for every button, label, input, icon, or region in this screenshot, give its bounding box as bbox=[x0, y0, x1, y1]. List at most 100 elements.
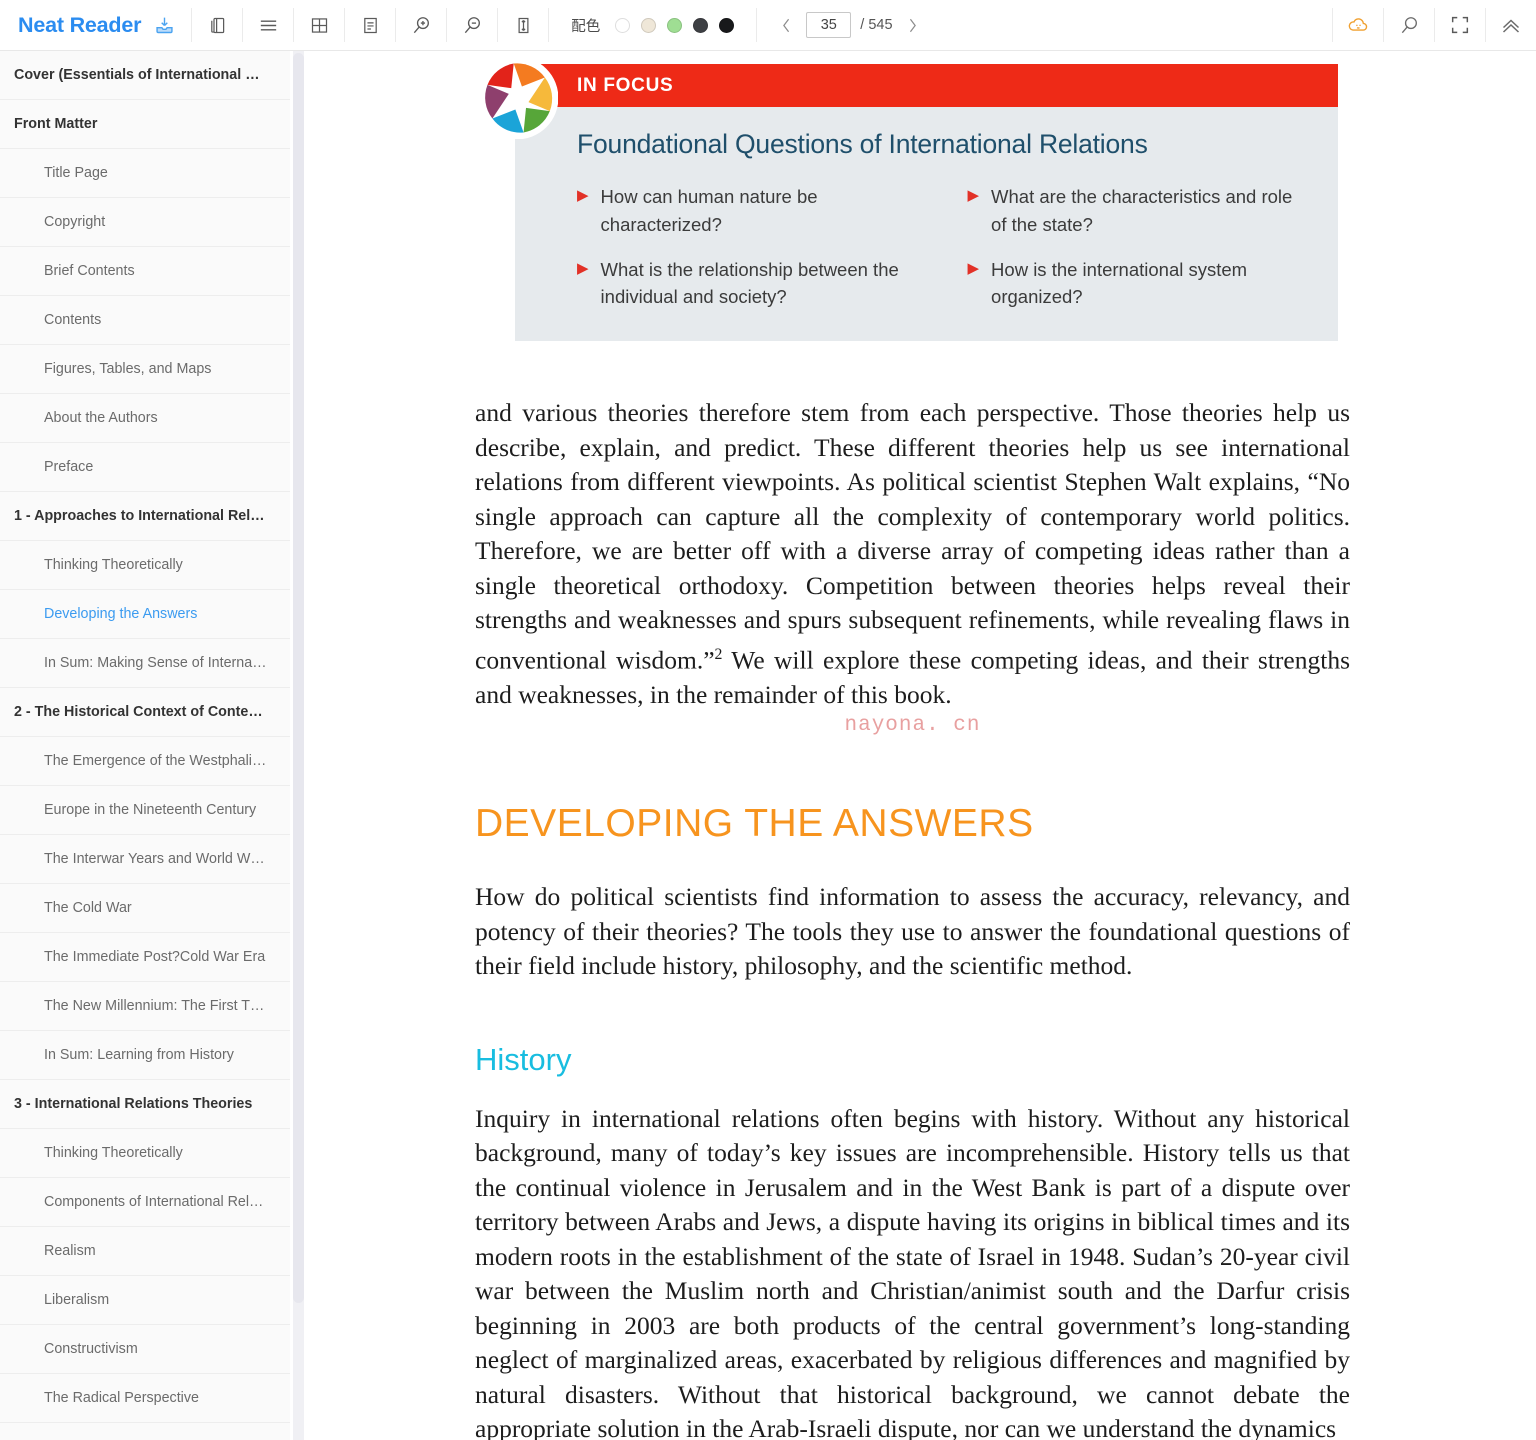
toc-label: Figures, Tables, and Maps bbox=[44, 361, 212, 377]
paragraph-2: How do political scientists find informa… bbox=[475, 882, 1350, 980]
sidebar-item-realism[interactable]: Realism bbox=[0, 1227, 290, 1276]
grid-layout-icon[interactable] bbox=[294, 0, 344, 51]
list-item: ▶ What is the relationship between the i… bbox=[577, 256, 918, 312]
sidebar-item-in-sum-learning-history[interactable]: In Sum: Learning from History bbox=[0, 1031, 290, 1080]
toc-label: The Emergence of the Westphali… bbox=[44, 753, 267, 769]
toc-label: Liberalism bbox=[44, 1292, 110, 1308]
in-focus-heading: Foundational Questions of International … bbox=[577, 129, 1148, 159]
sidebar-item-copyright[interactable]: Copyright bbox=[0, 198, 290, 247]
sidebar-item-new-millennium[interactable]: The New Millennium: The First T… bbox=[0, 982, 290, 1031]
swatch-sepia[interactable] bbox=[641, 17, 657, 33]
hamburger-menu-icon[interactable] bbox=[243, 0, 293, 51]
toc-label: Constructivism bbox=[44, 1341, 138, 1357]
sidebar-item-chapter-2[interactable]: 2 - The Historical Context of Conte… bbox=[0, 688, 290, 737]
page-number-input[interactable] bbox=[806, 12, 852, 38]
toc-label: Copyright bbox=[44, 214, 106, 230]
line-height-icon[interactable] bbox=[498, 0, 548, 51]
sidebar-item-brief-contents[interactable]: Brief Contents bbox=[0, 247, 290, 296]
sidebar-item-cover[interactable]: Cover (Essentials of International R… bbox=[0, 51, 290, 100]
sidebar-item-interwar-years[interactable]: The Interwar Years and World W… bbox=[0, 835, 290, 884]
sidebar-item-thinking-theoretically-2[interactable]: Thinking Theoretically bbox=[0, 1129, 290, 1178]
table-of-contents-sidebar[interactable]: Cover (Essentials of International R… Fr… bbox=[0, 51, 290, 1440]
list-item: ▶ How can human nature be characterized? bbox=[577, 183, 918, 239]
sidebar-item-radical-perspective[interactable]: The Radical Perspective bbox=[0, 1374, 290, 1423]
toc-label: In Sum: Making Sense of Internat… bbox=[44, 655, 268, 671]
collapse-up-icon[interactable] bbox=[1486, 0, 1536, 51]
triangle-bullet-icon: ▶ bbox=[577, 187, 589, 204]
triangle-bullet-icon: ▶ bbox=[577, 259, 589, 277]
document-body: and various theories therefore stem from… bbox=[475, 396, 1350, 1440]
toc-label: Cover (Essentials of International R… bbox=[14, 67, 268, 83]
paragraph-1-text: and various theories therefore stem from… bbox=[475, 398, 1350, 674]
toc-label: The Interwar Years and World W… bbox=[44, 851, 265, 867]
sidebar-item-developing-the-answers[interactable]: Developing the Answers bbox=[0, 590, 290, 639]
search-icon[interactable] bbox=[1384, 0, 1434, 51]
reader-content-pane: IN FOCUS Foundational Questions of Inter… bbox=[312, 51, 1536, 1440]
toolbar-right-group bbox=[1332, 0, 1536, 51]
toc-label: Contents bbox=[44, 312, 102, 328]
prev-page-button[interactable] bbox=[775, 10, 797, 40]
total-pages-label: / 545 bbox=[860, 17, 893, 33]
toc-label: Developing the Answers bbox=[44, 606, 198, 622]
toc-label: Front Matter bbox=[14, 116, 98, 132]
sidebar-item-the-cold-war[interactable]: The Cold War bbox=[0, 884, 290, 933]
color-palette: 配色 bbox=[549, 0, 756, 51]
list-item: ▶ What are the characteristics and role … bbox=[968, 183, 1309, 239]
book-copy-icon[interactable] bbox=[192, 0, 242, 51]
next-page-button[interactable] bbox=[902, 10, 924, 40]
toc-label: Thinking Theoretically bbox=[44, 1145, 183, 1161]
toc-label: Title Page bbox=[44, 165, 108, 181]
sidebar-item-title-page[interactable]: Title Page bbox=[0, 149, 290, 198]
sidebar-item-front-matter[interactable]: Front Matter bbox=[0, 100, 290, 149]
toolbar-icon-group bbox=[192, 0, 548, 51]
sidebar-item-chapter-1[interactable]: 1 - Approaches to International Rel… bbox=[0, 492, 290, 541]
sidebar-item-liberalism[interactable]: Liberalism bbox=[0, 1276, 290, 1325]
fullscreen-icon[interactable] bbox=[1435, 0, 1485, 51]
sidebar-item-constructivism[interactable]: Constructivism bbox=[0, 1325, 290, 1374]
toc-label: Europe in the Nineteenth Century bbox=[44, 802, 257, 818]
sidebar-item-contents[interactable]: Contents bbox=[0, 296, 290, 345]
swatch-dark-gray[interactable] bbox=[693, 17, 709, 33]
palette-label: 配色 bbox=[571, 18, 601, 35]
section-title: DEVELOPING THE ANSWERS bbox=[475, 802, 1034, 845]
zoom-out-icon[interactable] bbox=[447, 0, 497, 51]
watermark: nayona. cn bbox=[844, 714, 981, 737]
toc-label: The Cold War bbox=[44, 900, 132, 916]
app-toolbar: Neat Reader 配色 35 / 545 bbox=[0, 0, 1536, 51]
toc-label: About the Authors bbox=[44, 410, 158, 426]
sidebar-item-europe-nineteenth-century[interactable]: Europe in the Nineteenth Century bbox=[0, 786, 290, 835]
sidebar-item-figures-tables-maps[interactable]: Figures, Tables, and Maps bbox=[0, 345, 290, 394]
cloud-sync-icon[interactable] bbox=[1333, 0, 1383, 51]
aperture-logo-icon bbox=[476, 57, 558, 139]
swatch-green[interactable] bbox=[667, 17, 683, 33]
list-item: ▶ How is the international system organi… bbox=[968, 256, 1309, 312]
triangle-bullet-icon: ▶ bbox=[967, 259, 980, 277]
page-navigator: / 545 bbox=[757, 0, 941, 51]
zoom-in-icon[interactable] bbox=[396, 0, 446, 51]
question-text: What is the relationship between the ind… bbox=[600, 258, 899, 308]
save-download-icon[interactable] bbox=[154, 0, 175, 51]
toc-label: 1 - Approaches to International Rel… bbox=[14, 508, 265, 524]
toc-label: In Sum: Learning from History bbox=[44, 1047, 234, 1063]
toc-label: The Immediate Post?Cold War Era bbox=[44, 949, 266, 965]
sidebar-item-about-the-authors[interactable]: About the Authors bbox=[0, 394, 290, 443]
in-focus-banner: IN FOCUS bbox=[515, 64, 1338, 107]
sidebar-item-immediate-post-cold-war[interactable]: The Immediate Post?Cold War Era bbox=[0, 933, 290, 982]
sidebar-item-components-international[interactable]: Components of International Rel… bbox=[0, 1178, 290, 1227]
notes-icon[interactable] bbox=[345, 0, 395, 51]
toc-label: Components of International Rel… bbox=[44, 1194, 264, 1210]
sidebar-item-emergence-westphalian[interactable]: The Emergence of the Westphali… bbox=[0, 737, 290, 786]
sidebar-item-chapter-3[interactable]: 3 - International Relations Theories bbox=[0, 1080, 290, 1129]
toc-label: 2 - The Historical Context of Conte… bbox=[14, 704, 263, 720]
swatch-black[interactable] bbox=[719, 17, 735, 33]
sidebar-scrollbar-thumb[interactable] bbox=[293, 53, 304, 1303]
sidebar-item-preface[interactable]: Preface bbox=[0, 443, 290, 492]
paragraph-1: and various theories therefore stem from… bbox=[475, 396, 1350, 712]
sidebar-item-thinking-theoretically-1[interactable]: Thinking Theoretically bbox=[0, 541, 290, 590]
paragraph-3: Inquiry in international relations often… bbox=[475, 1103, 1350, 1440]
swatch-white[interactable] bbox=[615, 17, 631, 33]
brand-logo[interactable]: Neat Reader bbox=[0, 0, 191, 51]
subsection-title: History bbox=[475, 1041, 572, 1077]
sidebar-item-in-sum-making-sense[interactable]: In Sum: Making Sense of Internat… bbox=[0, 639, 290, 688]
toc-label: The Radical Perspective bbox=[44, 1390, 199, 1406]
